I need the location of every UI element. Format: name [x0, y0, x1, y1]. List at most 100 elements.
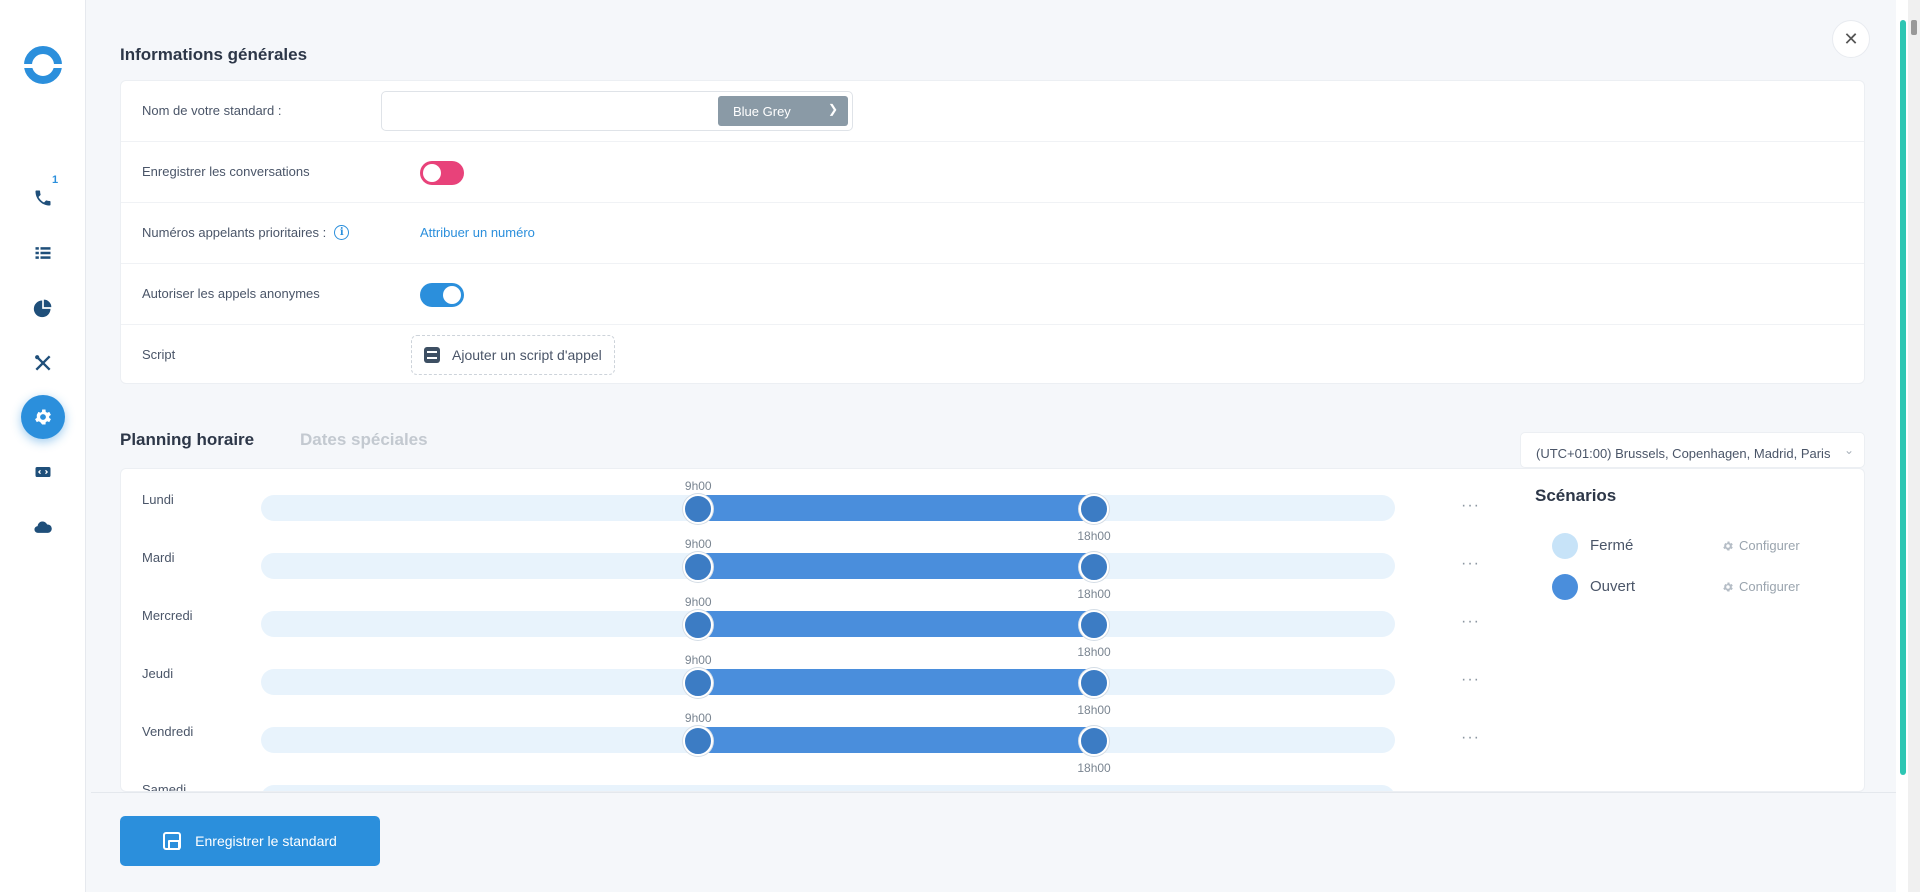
standard-name-input[interactable]: Blue Grey ❯ [381, 91, 853, 131]
schedule-end-handle[interactable] [1079, 726, 1110, 756]
row-record: Enregistrer les conversations [121, 142, 1864, 203]
script-icon [424, 347, 440, 363]
day-row: Vendredi 9h00 18h00 ··· [121, 701, 1521, 775]
day-row: Mercredi 9h00 18h00 ··· [121, 585, 1521, 659]
schedule-start-time: 9h00 [684, 595, 712, 609]
save-standard-button[interactable]: Enregistrer le standard [120, 816, 380, 866]
gear-icon [35, 409, 51, 425]
calls-badge: 1 [52, 174, 59, 186]
sidebar-item-tools[interactable] [21, 341, 65, 385]
scroll-track[interactable] [1908, 0, 1920, 892]
schedule-start-time: 9h00 [684, 479, 712, 493]
day-row: Jeudi 9h00 18h00 ··· [121, 643, 1521, 717]
day-label: Jeudi [142, 666, 174, 681]
sidebar-item-stats[interactable] [21, 286, 65, 330]
app-logo[interactable] [22, 46, 64, 84]
more-options-icon[interactable]: ··· [1461, 613, 1480, 631]
tools-icon [35, 355, 51, 371]
schedule-end-handle[interactable] [1079, 552, 1110, 582]
more-options-icon[interactable]: ··· [1461, 555, 1480, 573]
add-script-label: Ajouter un script d'appel [452, 347, 602, 363]
schedule-start-time: 9h00 [684, 653, 712, 667]
toggle-knob [423, 164, 441, 182]
schedule-end-handle[interactable] [1079, 610, 1110, 640]
day-label: Mardi [142, 550, 175, 565]
script-label: Script [142, 347, 176, 362]
scroll-indicator [1900, 20, 1906, 775]
schedule-range [698, 727, 1095, 753]
scrollbar[interactable] [1896, 0, 1920, 892]
info-icon[interactable]: i [334, 225, 350, 240]
day-row: Lundi 9h00 18h00 ··· [121, 469, 1521, 543]
scenario-color-dot [1552, 574, 1578, 600]
sidebar-item-settings[interactable] [21, 395, 65, 439]
schedule-track[interactable] [261, 785, 1395, 791]
footer: Enregistrer le standard [91, 792, 1896, 892]
anonymous-label: Autoriser les appels anonymes [142, 286, 320, 301]
day-label: Lundi [142, 492, 174, 507]
close-button[interactable]: ✕ [1832, 20, 1870, 58]
scenario-color-dot [1552, 533, 1578, 559]
day-label: Mercredi [142, 608, 193, 623]
configure-button[interactable]: Configurer [1722, 538, 1800, 553]
chevron-down-icon: ❯ [827, 102, 838, 116]
schedule-range [698, 553, 1095, 579]
priority-label-wrapper: Numéros appelants prioritaires : i [142, 225, 350, 240]
schedule-start-time: 9h00 [684, 711, 712, 725]
configure-button[interactable]: Configurer [1722, 579, 1800, 594]
chart-icon [33, 299, 52, 318]
day-label: Samedi [142, 782, 187, 792]
more-options-icon[interactable]: ··· [1461, 671, 1480, 689]
schedule-range [698, 495, 1095, 521]
record-toggle[interactable] [420, 161, 464, 185]
configure-label: Configurer [1739, 579, 1800, 594]
schedule-end-handle[interactable] [1079, 494, 1110, 524]
scenario-name: Ouvert [1590, 578, 1636, 595]
day-label: Vendredi [142, 724, 194, 739]
sidebar-item-cloud[interactable] [21, 505, 65, 549]
sidebar-item-developer[interactable] [21, 450, 65, 494]
priority-label: Numéros appelants prioritaires : [142, 225, 327, 240]
color-select[interactable]: Blue Grey ❯ [718, 96, 848, 126]
scenarios-panel: Scénarios Fermé Configurer Ouvert Config… [1519, 486, 1849, 600]
close-icon: ✕ [1843, 28, 1859, 49]
day-row: Mardi 9h00 18h00 ··· [121, 527, 1521, 601]
color-select-value: Blue Grey [733, 103, 791, 119]
row-anonymous: Autoriser les appels anonymes [121, 264, 1864, 325]
chevron-down-icon: ⌄ [1843, 443, 1854, 457]
assign-number-link[interactable]: Attribuer un numéro [420, 225, 535, 240]
timezone-value: (UTC+01:00) Brussels, Copenhagen, Madrid… [1536, 446, 1831, 461]
schedule-range [698, 669, 1095, 695]
schedule-start-time: 9h00 [684, 537, 712, 551]
schedule-end-handle[interactable] [1079, 668, 1110, 698]
standard-name-label: Nom de votre standard : [142, 103, 282, 118]
timezone-select[interactable]: (UTC+01:00) Brussels, Copenhagen, Madrid… [1520, 432, 1865, 468]
more-options-icon[interactable]: ··· [1461, 729, 1480, 747]
sidebar-item-list[interactable] [21, 231, 65, 275]
tab-special-dates[interactable]: Dates spéciales [300, 430, 428, 450]
more-options-icon[interactable]: ··· [1461, 497, 1480, 515]
gear-icon [1723, 541, 1733, 550]
anonymous-toggle[interactable] [420, 283, 464, 307]
add-script-button[interactable]: Ajouter un script d'appel [411, 335, 615, 375]
row-script: Script Ajouter un script d'appel [121, 325, 1864, 386]
cloud-icon [34, 521, 52, 533]
scenario-closed: Fermé Configurer [1519, 525, 1849, 565]
save-icon [163, 832, 182, 850]
record-label: Enregistrer les conversations [142, 164, 310, 179]
planning-card: Lundi 9h00 18h00 ··· Mardi 9h00 18h00 ··· Mercre… [120, 468, 1865, 792]
list-icon [35, 247, 51, 259]
general-card: Nom de votre standard : Blue Grey ❯ Enre… [120, 80, 1865, 384]
phone-icon [35, 190, 51, 206]
tab-planning[interactable]: Planning horaire [120, 430, 254, 450]
schedule-range [698, 611, 1095, 637]
sidebar-item-calls[interactable]: 1 [21, 174, 65, 220]
scroll-thumb[interactable] [1911, 20, 1917, 35]
save-standard-label: Enregistrer le standard [195, 833, 337, 849]
general-section-title: Informations générales [120, 45, 308, 64]
row-priority: Numéros appelants prioritaires : i Attri… [121, 203, 1864, 264]
row-standard-name: Nom de votre standard : Blue Grey ❯ [121, 81, 1864, 142]
main-content: ✕ Informations générales Nom de votre st… [91, 0, 1896, 792]
code-icon [35, 467, 51, 477]
scenario-open: Ouvert Configurer [1519, 566, 1849, 606]
